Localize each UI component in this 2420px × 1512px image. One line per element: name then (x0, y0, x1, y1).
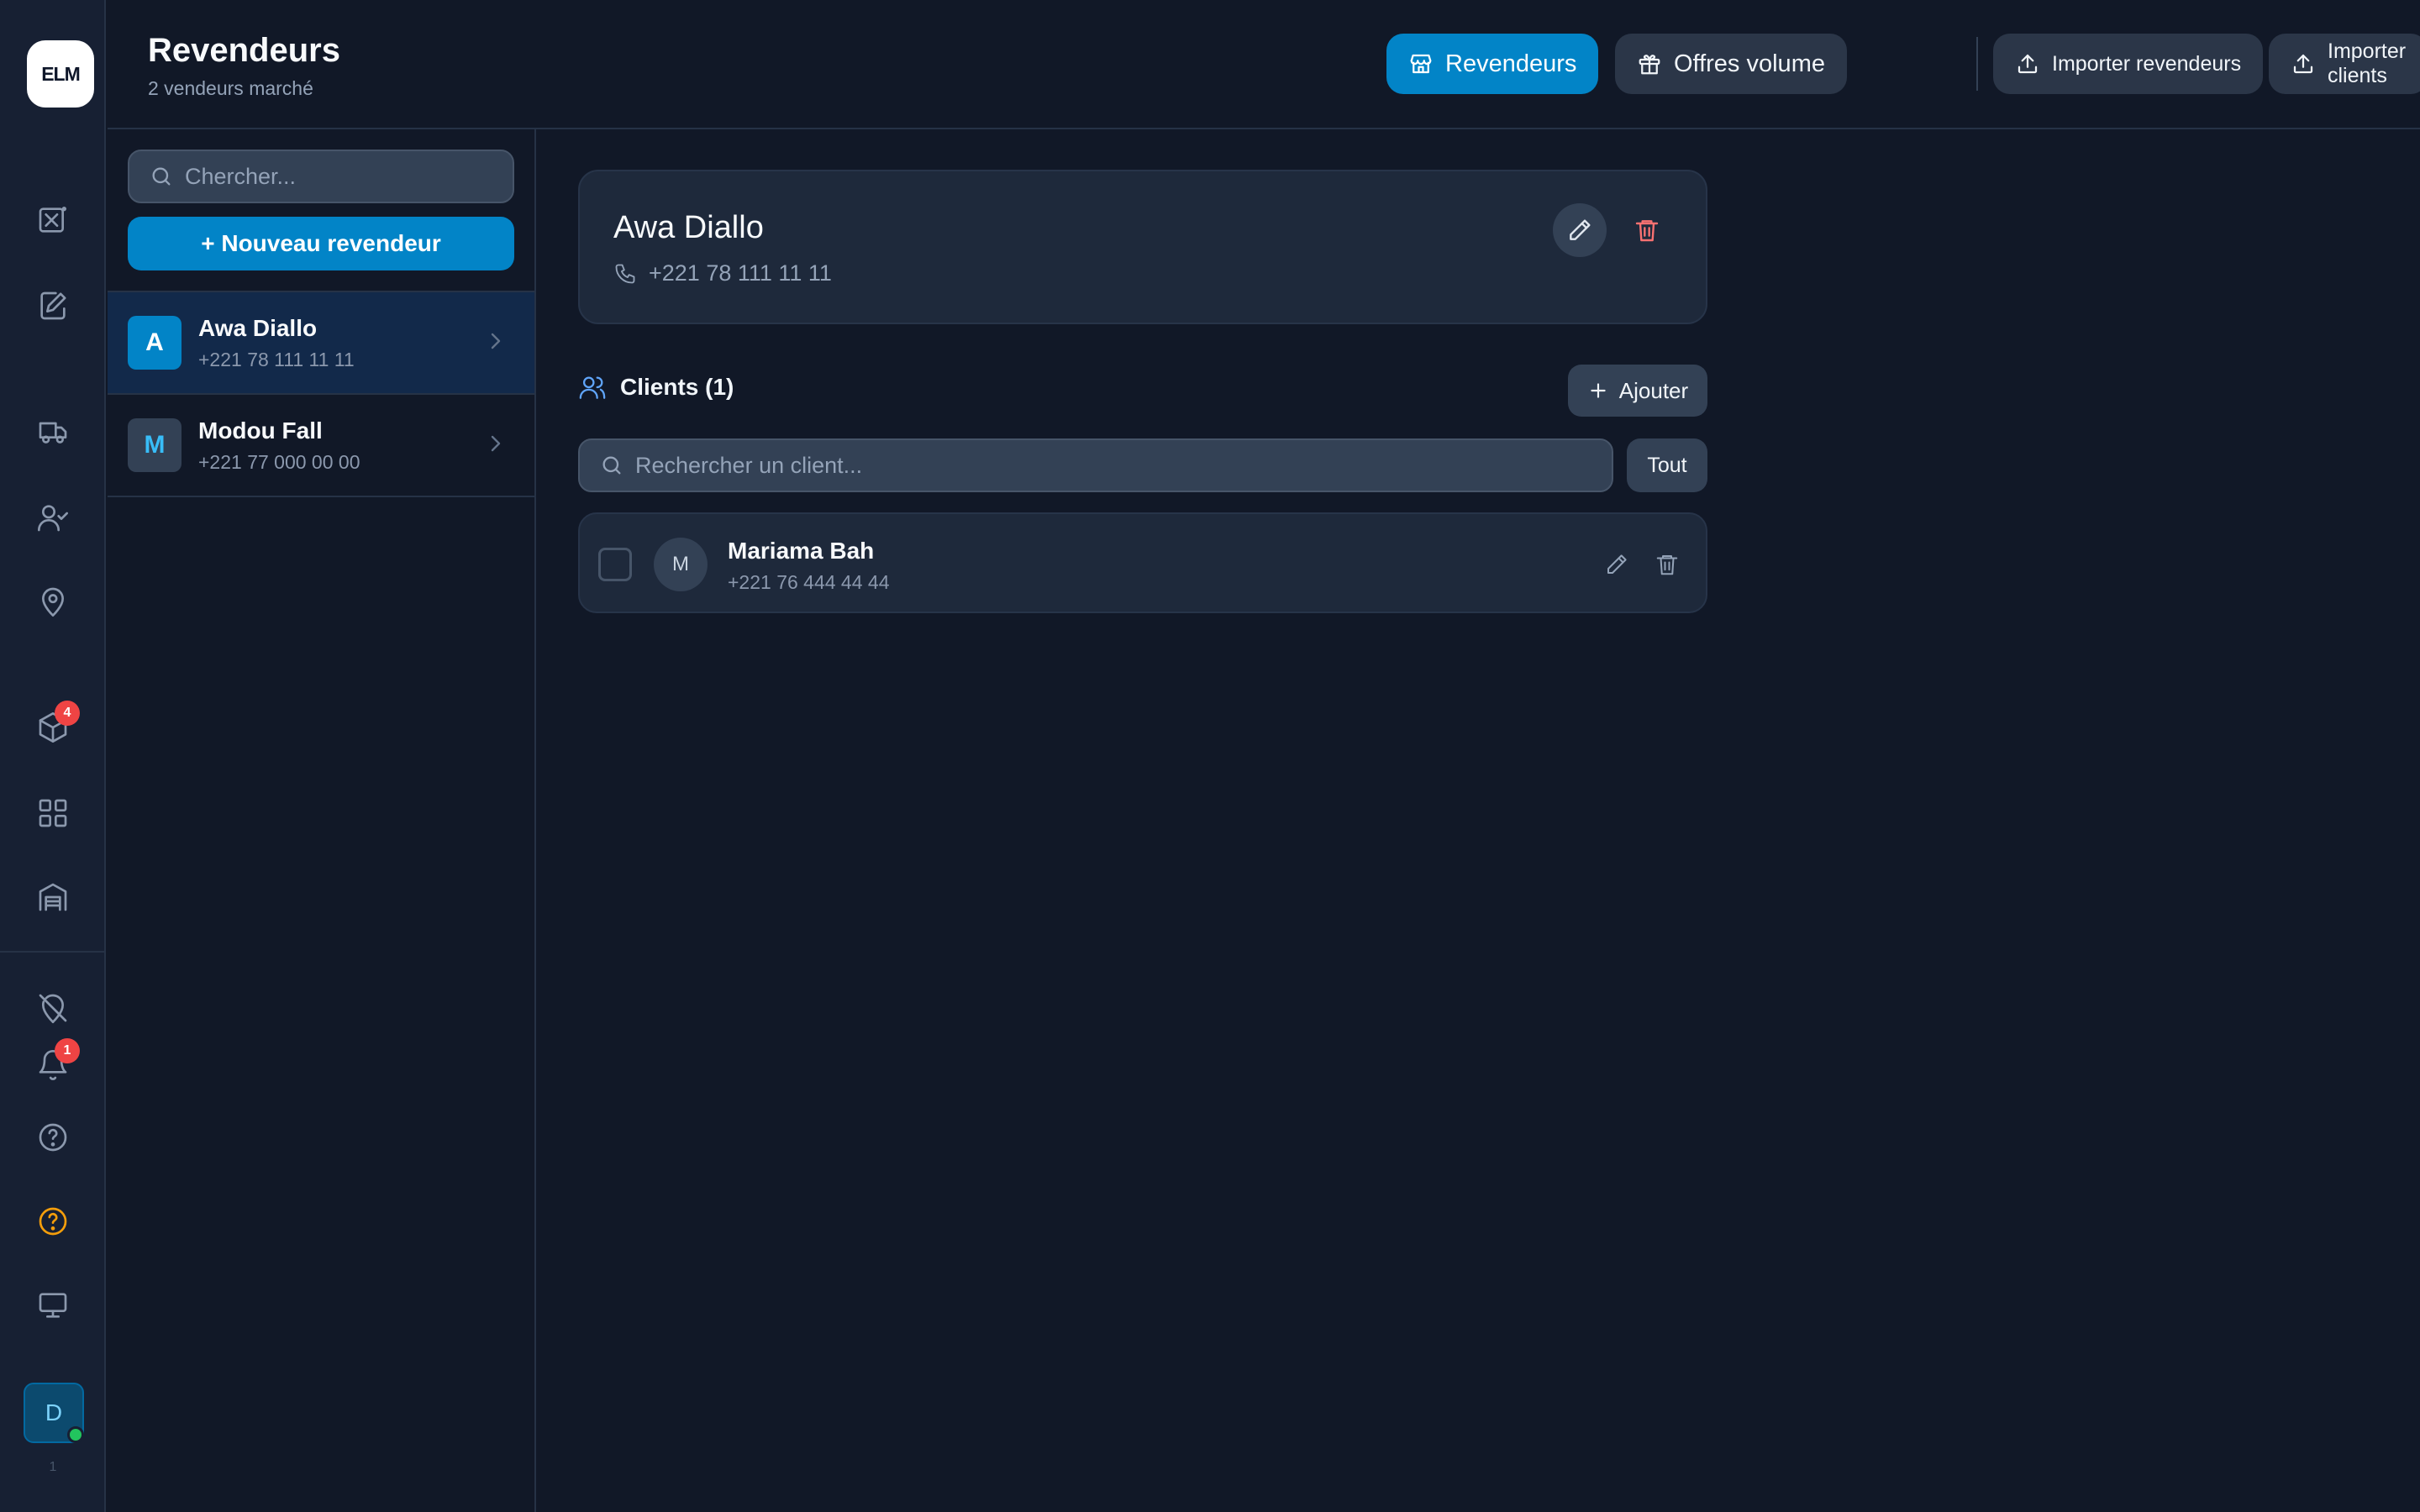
client-search (578, 438, 1613, 492)
search-icon (600, 454, 623, 477)
chevron-right-icon (482, 328, 509, 354)
client-row[interactable]: M Mariama Bah +221 76 444 44 44 (578, 512, 1707, 613)
reseller-search-input[interactable] (185, 163, 504, 190)
new-reseller-button[interactable]: + Nouveau revendeur (128, 217, 514, 270)
pos-cart-icon[interactable] (33, 200, 73, 240)
import-clients-label: Importer clients (2328, 39, 2407, 87)
header-divider (1976, 37, 1978, 91)
help-icon[interactable] (33, 1117, 73, 1158)
app-logo[interactable]: ELM (27, 40, 94, 108)
reseller-list-item[interactable]: A Awa Diallo +221 78 111 11 11 (108, 292, 534, 393)
online-status-dot (67, 1426, 84, 1443)
phone-icon (613, 262, 637, 286)
map-pin-icon[interactable] (33, 581, 73, 622)
import-clients-button[interactable]: Importer clients (2269, 34, 2420, 94)
reseller-name: Modou Fall (198, 417, 323, 444)
package-icon[interactable]: 4 (33, 701, 80, 748)
clients-heading: Clients (1) (620, 374, 734, 400)
add-client-label: Ajouter (1618, 377, 1689, 403)
edit-reseller-button[interactable] (1553, 203, 1607, 257)
package-badge: 4 (55, 701, 80, 726)
reseller-name: Awa Diallo (198, 314, 318, 341)
rail-divider (0, 951, 106, 953)
search-icon (150, 165, 173, 188)
volume-offers-button[interactable]: Offres volume (1615, 34, 1847, 94)
delete-client-button[interactable] (1650, 548, 1684, 581)
client-name: Mariama Bah (728, 538, 875, 564)
notification-badge: 1 (55, 1038, 80, 1063)
filter-all-button[interactable]: Tout (1627, 438, 1707, 492)
import-resellers-label: Importer revendeurs (2052, 51, 2242, 76)
pencil-icon (1604, 552, 1629, 577)
volume-offers-label: Offres volume (1674, 50, 1825, 77)
reseller-avatar: A (128, 316, 182, 370)
page-header: Revendeurs 2 vendeurs marché Revendeurs … (108, 0, 2420, 129)
user-avatar[interactable]: D (24, 1383, 84, 1443)
reseller-avatar: M (128, 418, 182, 472)
support-help-icon[interactable] (33, 1201, 73, 1242)
reseller-list-item[interactable]: M Modou Fall +221 77 000 00 00 (108, 395, 534, 496)
user-check-icon[interactable] (33, 497, 73, 538)
plus-icon (1587, 380, 1609, 402)
truck-icon[interactable] (33, 412, 73, 452)
list-divider (108, 496, 534, 497)
reseller-detail-card: Awa Diallo +221 78 111 11 11 (578, 170, 1707, 324)
trash-icon (1655, 552, 1680, 577)
trash-icon (1634, 217, 1660, 244)
import-resellers-button[interactable]: Importer revendeurs (1993, 34, 2264, 94)
add-client-button[interactable]: Ajouter (1568, 365, 1707, 417)
logo-text: ELM (41, 62, 81, 85)
store-icon (1408, 51, 1434, 76)
gift-icon (1637, 51, 1662, 76)
users-icon (578, 373, 607, 402)
location-off-icon[interactable] (33, 988, 73, 1028)
reseller-phone: +221 78 111 11 11 (198, 348, 355, 370)
warehouse-icon[interactable] (33, 877, 73, 917)
grid-icon[interactable] (33, 793, 73, 833)
edit-client-button[interactable] (1600, 548, 1634, 581)
client-search-input[interactable] (635, 452, 1560, 479)
resellers-tab-label: Revendeurs (1445, 50, 1577, 77)
upload-icon (2291, 51, 2316, 76)
monitor-icon[interactable] (33, 1285, 73, 1326)
client-checkbox[interactable] (598, 548, 632, 581)
rail-footer-text: 1 (49, 1460, 57, 1474)
delete-reseller-button[interactable] (1620, 203, 1674, 257)
document-edit-icon[interactable] (33, 286, 73, 326)
reseller-list-panel: + Nouveau revendeur A Awa Diallo +221 78… (108, 129, 536, 1512)
pencil-icon (1566, 217, 1593, 244)
bell-icon[interactable]: 1 (33, 1038, 80, 1085)
reseller-detail-phone: +221 78 111 11 11 (649, 260, 832, 286)
chevron-right-icon (482, 430, 509, 457)
reseller-detail-name: Awa Diallo (613, 210, 764, 245)
client-phone: +221 76 444 44 44 (728, 571, 890, 593)
reseller-phone: +221 77 000 00 00 (198, 450, 360, 473)
page-subtitle: 2 vendeurs marché (148, 77, 313, 99)
page-title: Revendeurs (148, 32, 340, 69)
reseller-detail-phone-row: +221 78 111 11 11 (613, 260, 832, 286)
client-avatar: M (654, 538, 708, 591)
icon-sidebar: ELM 4 1 D 1 (0, 0, 106, 1512)
resellers-tab-button[interactable]: Revendeurs (1386, 34, 1599, 94)
upload-icon (2015, 51, 2040, 76)
user-initial: D (45, 1399, 63, 1425)
clients-section-header: Clients (1) (578, 373, 734, 402)
reseller-search (128, 150, 514, 203)
